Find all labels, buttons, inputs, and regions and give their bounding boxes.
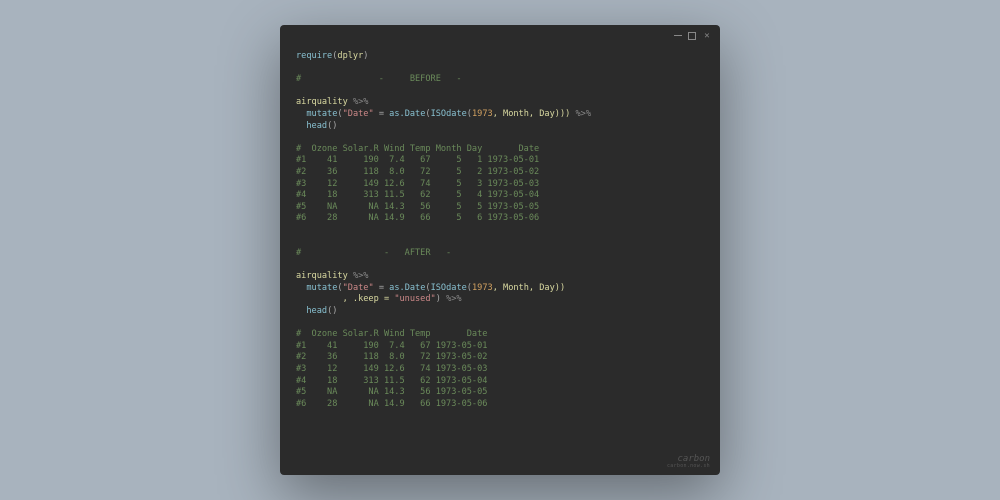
code-token: = <box>374 283 390 293</box>
code-token: dplyr <box>337 51 363 61</box>
code-token: as.Date <box>389 109 425 119</box>
code-token: %>% <box>446 294 462 304</box>
code-token: "Date" <box>343 109 374 119</box>
code-token: mutate <box>306 283 337 293</box>
code-token: %>% <box>353 271 369 281</box>
code-token: mutate <box>306 109 337 119</box>
code-token: airquality <box>296 97 348 107</box>
code-token: ISOdate <box>431 109 467 119</box>
code-token: () <box>327 306 337 316</box>
code-token: "unused" <box>394 294 435 304</box>
code-token: 1973 <box>472 109 493 119</box>
code-output: # Ozone Solar.R Wind Temp Date #1 41 190… <box>296 329 487 409</box>
code-token: ISOdate <box>431 283 467 293</box>
code-token: require <box>296 51 332 61</box>
watermark-sub: carbon.now.sh <box>667 464 710 469</box>
code-token: = <box>374 109 390 119</box>
code-token: ) <box>363 51 368 61</box>
code-token: as.Date <box>389 283 425 293</box>
code-token: ) <box>436 294 446 304</box>
watermark: carbon carbon.now.sh <box>667 455 710 469</box>
code-token: %>% <box>353 97 369 107</box>
code-output: # Ozone Solar.R Wind Temp Month Day Date… <box>296 144 539 224</box>
titlebar <box>280 25 720 47</box>
code-comment: # - BEFORE - <box>296 74 462 84</box>
maximize-icon[interactable] <box>688 32 696 40</box>
code-token: , .keep = <box>296 294 394 304</box>
code-token: %>% <box>575 109 591 119</box>
code-token: 1973 <box>472 283 493 293</box>
code-token: "Date" <box>343 283 374 293</box>
code-token: head <box>306 306 327 316</box>
code-token: () <box>327 121 337 131</box>
close-icon[interactable] <box>702 31 712 41</box>
code-window: require(dplyr) # - BEFORE - airquality %… <box>280 25 720 475</box>
code-token: , Month, Day))) <box>493 109 571 119</box>
code-comment: # - AFTER - <box>296 248 451 258</box>
code-token: head <box>306 121 327 131</box>
code-token: , Month, Day)) <box>493 283 565 293</box>
code-token: airquality <box>296 271 348 281</box>
minimize-icon[interactable] <box>674 35 682 36</box>
code-block: require(dplyr) # - BEFORE - airquality %… <box>280 47 720 475</box>
